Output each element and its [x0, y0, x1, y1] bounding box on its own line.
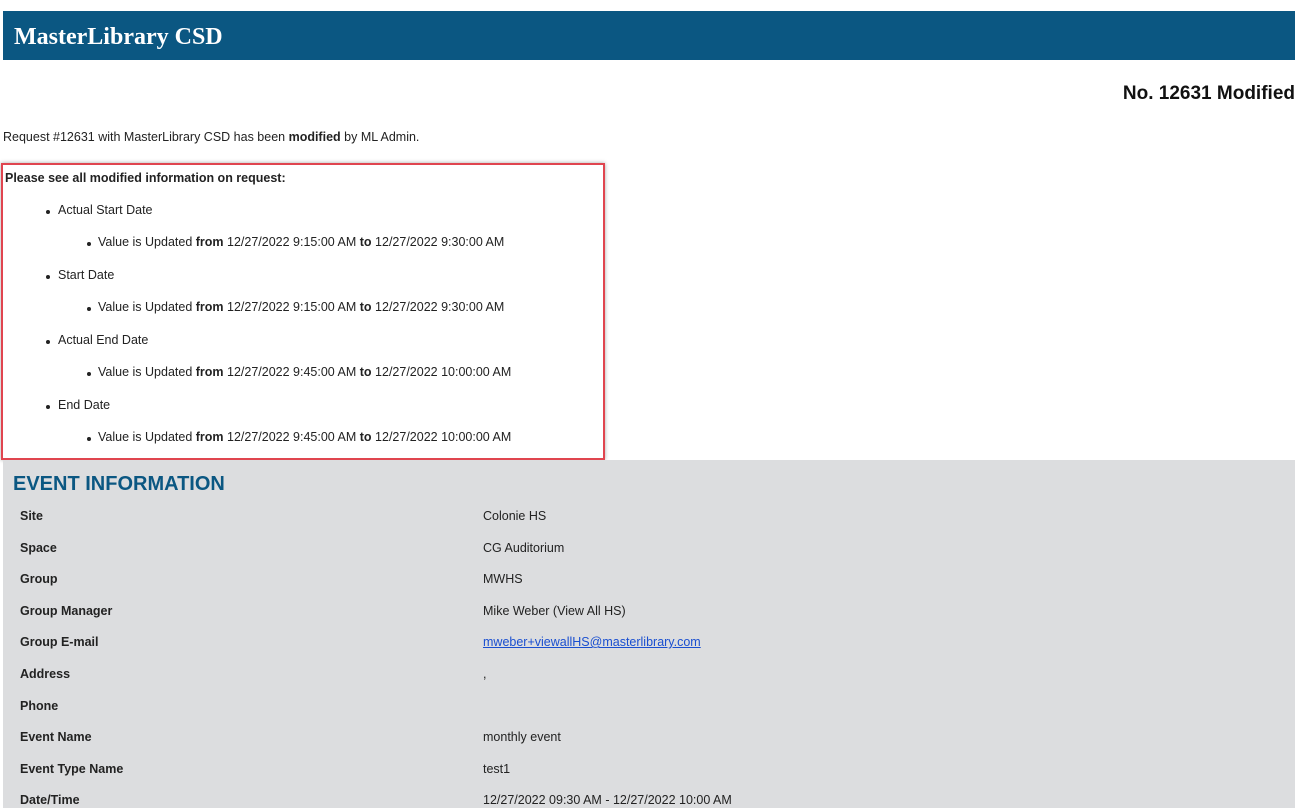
group-e-mail-label: Group E-mail: [20, 635, 99, 649]
old-value: 12/27/2022 9:45:00 AM: [223, 365, 360, 379]
value-updated-text: Value is Updated: [98, 300, 196, 314]
modifications-box: Please see all modified information on r…: [1, 163, 605, 460]
from-label: from: [195, 365, 224, 379]
modifications-title: Please see all modified information on r…: [5, 171, 286, 185]
to-label: to: [359, 300, 372, 314]
event-name-label: Event Name: [20, 730, 92, 744]
modified-value-change: Value is Updated from 12/27/2022 9:15:00…: [98, 300, 504, 314]
group-label: Group: [20, 572, 58, 586]
phone-label: Phone: [20, 699, 59, 713]
group-email-link[interactable]: mweber+viewallHS@masterlibrary.com: [483, 635, 701, 649]
modified-value-change: Value is Updated from 12/27/2022 9:45:00…: [98, 430, 511, 444]
new-value: 12/27/2022 10:00:00 AM: [371, 365, 512, 379]
modified-field-name: Actual Start Date: [58, 203, 153, 217]
value-updated-text: Value is Updated: [98, 365, 196, 379]
event-type-name-label: Event Type Name: [20, 762, 124, 776]
old-value: 12/27/2022 9:15:00 AM: [223, 300, 360, 314]
change-bullet: [87, 437, 91, 441]
value-updated-text: Value is Updated: [98, 430, 196, 444]
from-label: from: [195, 300, 224, 314]
org-title: MasterLibrary CSD: [14, 24, 223, 50]
modified-value-change: Value is Updated from 12/27/2022 9:15:00…: [98, 235, 504, 249]
value-updated-text: Value is Updated: [98, 235, 196, 249]
to-label: to: [359, 365, 372, 379]
header-banner: MasterLibrary CSD: [3, 11, 1295, 60]
to-label: to: [359, 235, 372, 249]
from-label: from: [195, 430, 224, 444]
group-manager-label: Group Manager: [20, 604, 113, 618]
group-value: MWHS: [483, 572, 523, 586]
address-label: Address: [20, 667, 71, 681]
space-label: Space: [20, 541, 57, 555]
modified-field-name: Actual End Date: [58, 333, 149, 347]
summary-message: Request #12631 with MasterLibrary CSD ha…: [3, 130, 419, 144]
field-bullet: [46, 210, 50, 214]
event-type-name-value: test1: [483, 762, 511, 776]
address-value: ,: [483, 667, 487, 681]
event-information-title: EVENT INFORMATION: [13, 473, 225, 495]
change-bullet: [87, 372, 91, 376]
summary-prefix: Request #12631 with MasterLibrary CSD ha…: [3, 130, 289, 144]
event-name-value: monthly event: [483, 730, 561, 744]
event-information-section: EVENT INFORMATION Site Colonie HS Space CG …: [3, 460, 1295, 808]
date-time-value: 12/27/2022 09:30 AM - 12/27/2022 10:00 A…: [483, 793, 732, 807]
summary-suffix: by ML Admin.: [340, 130, 420, 144]
field-bullet: [46, 405, 50, 409]
modified-value-change: Value is Updated from 12/27/2022 9:45:00…: [98, 365, 511, 379]
new-value: 12/27/2022 9:30:00 AM: [371, 300, 505, 314]
request-number-title: No. 12631 Modified: [1122, 83, 1295, 104]
old-value: 12/27/2022 9:45:00 AM: [223, 430, 360, 444]
modified-field-name: End Date: [58, 398, 111, 412]
new-value: 12/27/2022 9:30:00 AM: [371, 235, 505, 249]
summary-action: modified: [288, 130, 341, 144]
field-bullet: [46, 275, 50, 279]
site-value: Colonie HS: [483, 509, 547, 523]
to-label: to: [359, 430, 372, 444]
group-e-mail-value: mweber+viewallHS@masterlibrary.com: [483, 635, 701, 649]
group-manager-value: Mike Weber (View All HS): [483, 604, 626, 618]
date-time-label: Date/Time: [20, 793, 80, 807]
old-value: 12/27/2022 9:15:00 AM: [223, 235, 360, 249]
change-bullet: [87, 242, 91, 246]
from-label: from: [195, 235, 224, 249]
field-bullet: [46, 340, 50, 344]
change-bullet: [87, 307, 91, 311]
space-value: CG Auditorium: [483, 541, 565, 555]
site-label: Site: [20, 509, 43, 523]
modified-field-name: Start Date: [58, 268, 115, 282]
new-value: 12/27/2022 10:00:00 AM: [371, 430, 512, 444]
